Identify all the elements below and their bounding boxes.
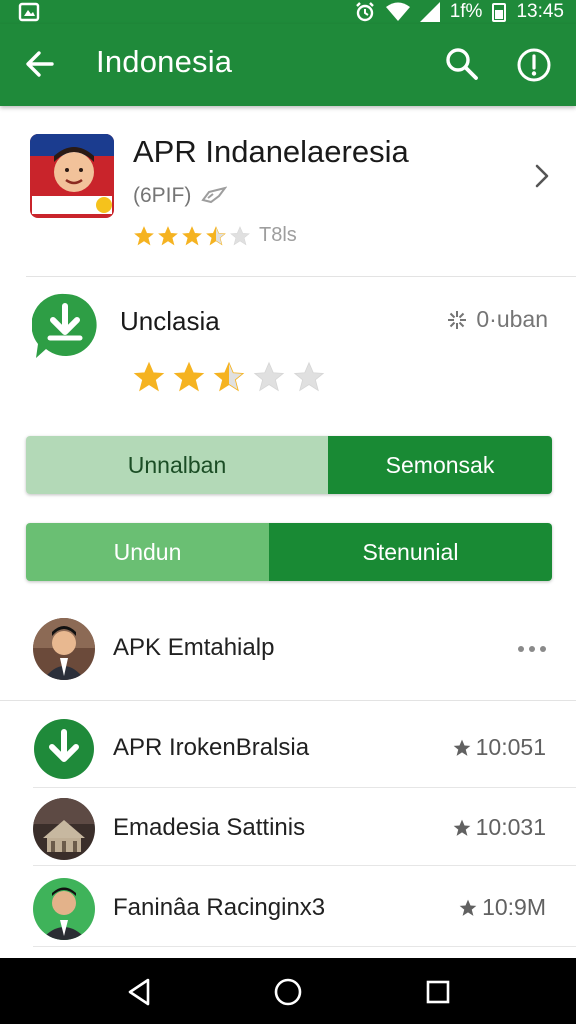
list-item-time: 10:051 (475, 734, 546, 760)
alarm-icon (355, 2, 374, 22)
list-item-time: 10:031 (475, 814, 546, 840)
star-icon (133, 361, 165, 392)
divider (0, 700, 576, 701)
list-item-label: APR IrokenBralsia (113, 734, 310, 761)
rating-count: T8ls (259, 224, 297, 246)
app-icon (30, 134, 114, 218)
star-icon (253, 361, 285, 392)
star-icon (453, 739, 470, 756)
signal-icon (419, 2, 440, 22)
battery-text: 1f% (449, 1, 483, 22)
person-avatar (33, 878, 95, 940)
star-icon (158, 225, 178, 245)
status-time: 13:45 (516, 1, 564, 22)
star-icon (173, 361, 205, 392)
download-icon (31, 292, 98, 362)
home-nav-icon[interactable] (272, 976, 304, 1008)
download-icon (33, 718, 95, 780)
download-meta: 0·uban (446, 306, 548, 333)
star-icon (293, 361, 325, 392)
star-icon (206, 225, 226, 245)
building-avatar (33, 798, 95, 860)
app-name: APR Indanelaeresia (133, 134, 409, 169)
status-bar: 1f% 13:45 (0, 0, 576, 24)
stenunial-button[interactable]: Stenunial (269, 523, 552, 581)
star-icon (182, 225, 202, 245)
list-item-label: APK Emtahialp (113, 634, 275, 661)
list-item[interactable]: APK Emtahialp (0, 610, 576, 692)
star-icon (453, 819, 470, 836)
chevron-right-icon[interactable] (530, 162, 554, 190)
divider (33, 946, 576, 947)
download-card[interactable]: Unclasia 0·uban (0, 278, 576, 398)
battery-icon (492, 2, 507, 22)
list-item-meta: 10:9M (458, 894, 546, 921)
page-title: Indonesia (96, 44, 233, 79)
divider (26, 276, 576, 277)
app-rating: T8ls (133, 224, 297, 247)
search-icon[interactable] (444, 46, 480, 82)
verified-icon (201, 186, 228, 204)
more-icon[interactable] (518, 646, 546, 652)
back-nav-icon[interactable] (124, 976, 156, 1008)
button-group-primary: Unnalban Semonsak (26, 436, 552, 494)
button-group-secondary: Undun Stenunial (26, 523, 552, 581)
info-icon[interactable] (515, 46, 553, 84)
loading-icon (448, 310, 467, 329)
semonsak-button[interactable]: Semonsak (328, 436, 552, 494)
list-item[interactable]: APR IrokenBralsia 10:051 (0, 710, 576, 792)
divider (33, 865, 576, 866)
star-icon (230, 225, 250, 245)
download-rating (132, 360, 326, 394)
star-icon (213, 361, 245, 392)
download-name: Unclasia (120, 306, 220, 336)
list-item-meta: 10:051 (452, 734, 546, 761)
person-avatar (33, 618, 95, 680)
wifi-icon (385, 2, 410, 21)
download-meta-text: 0·uban (476, 306, 548, 332)
star-icon (134, 225, 154, 245)
recents-nav-icon[interactable] (422, 976, 454, 1008)
star-icon (459, 899, 477, 916)
undun-button[interactable]: Undun (26, 523, 269, 581)
list-item-label: Emadesia Sattinis (113, 814, 306, 841)
arrow-left-icon[interactable] (22, 46, 58, 82)
navigation-bar (0, 958, 576, 1024)
list-item-time: 10:9M (482, 894, 546, 920)
app-subtitle: (6PIF) (133, 184, 192, 207)
app-card[interactable]: APR Indanelaeresia (6PIF) T8ls (0, 106, 576, 276)
unnalban-button[interactable]: Unnalban (26, 436, 328, 494)
list-item-meta: 10:031 (452, 814, 546, 841)
app-bar: Indonesia (0, 24, 576, 106)
list-item-label: Faninâa Racinginx3 (113, 894, 326, 921)
divider (33, 787, 576, 788)
list-item[interactable]: Emadesia Sattinis 10:031 (0, 790, 576, 872)
list-item[interactable]: Faninâa Racinginx3 10:9M (0, 870, 576, 952)
